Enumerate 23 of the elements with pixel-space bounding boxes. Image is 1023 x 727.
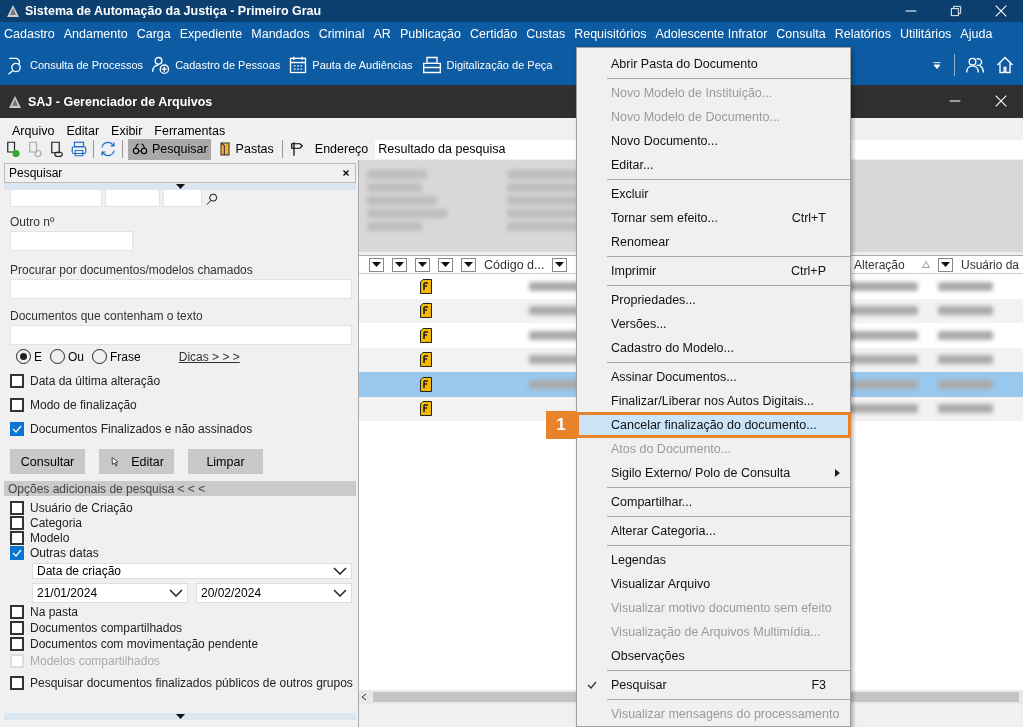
address-label: Endereço (314, 142, 369, 156)
checkbox-label: Data da última alteração (30, 374, 161, 388)
window-title: SAJ - Gerenciador de Arquivos (28, 94, 213, 109)
checkbox-label: Na pasta (30, 605, 79, 619)
checkbox-label: Categoria (30, 516, 83, 530)
checkbox-label: Documentos com movimentação pendente (30, 637, 259, 651)
checkbox-label: Modo de finalização (30, 398, 137, 412)
radio-label: Ou (68, 349, 85, 364)
radio-label: E (34, 349, 42, 364)
checkbox-label: Pesquisar documentos finalizados públicos de outros grupos (30, 676, 353, 690)
field-label: Outro nº (10, 215, 56, 229)
checkbox-label: Outras datas (30, 546, 99, 560)
step-badge: 1 (546, 411, 576, 439)
field-label: Documentos que contenham o texto (10, 309, 204, 323)
radio-label: Frase (110, 349, 141, 364)
panel-title: Pesquisar (9, 166, 63, 180)
window-title: Sistema de Automação da Justiça - Primeiro Grau (25, 4, 322, 18)
checkbox-label: Documentos Finalizados e não assinados (30, 422, 253, 436)
field-label: Procurar por documentos/modelos chamados (10, 263, 254, 277)
checkbox-label: Modelos compartilhados (30, 654, 161, 668)
checkbox-label: Documentos compartilhados (30, 621, 183, 635)
checkbox-label: Modelo (30, 531, 70, 545)
checkbox-label: Usuário de Criação (30, 501, 133, 515)
